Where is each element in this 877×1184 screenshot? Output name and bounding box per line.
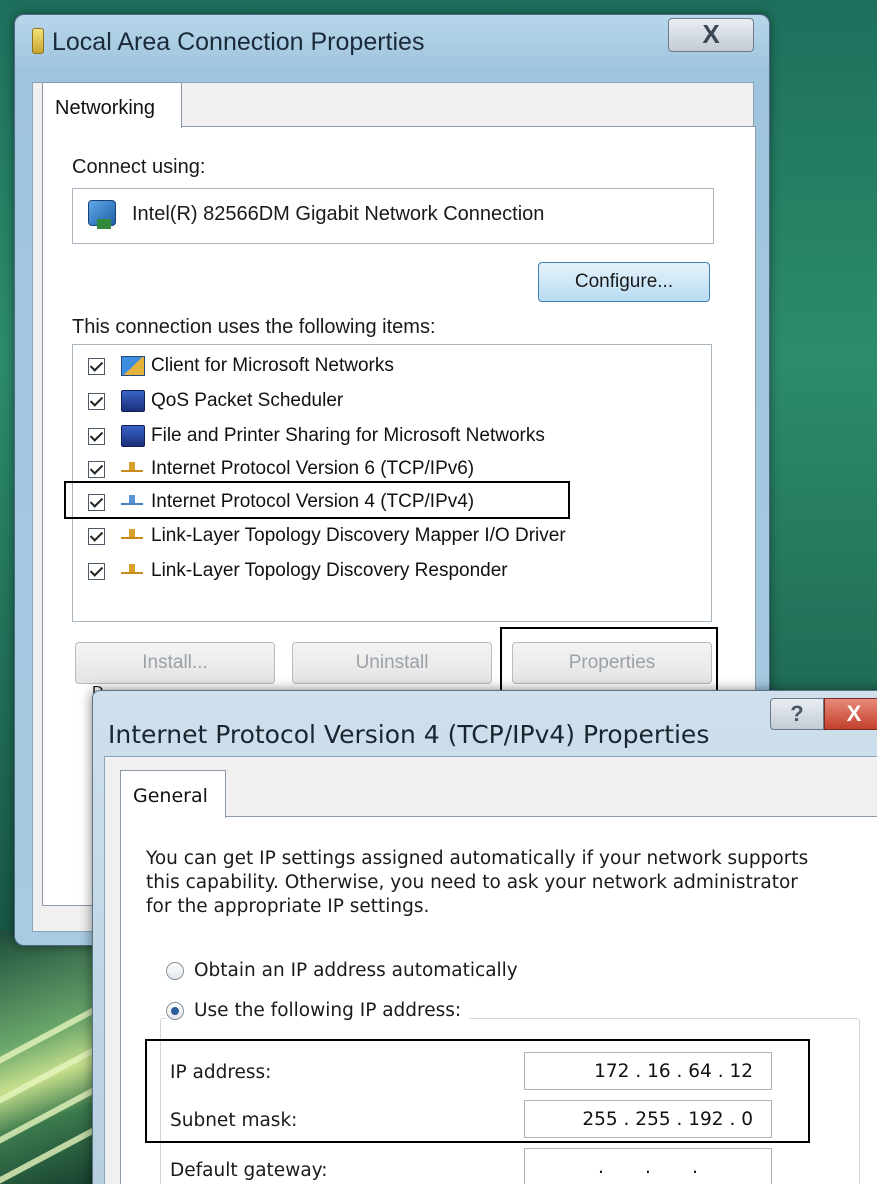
checkbox-checked[interactable] [88,427,105,445]
computer-icon [121,425,145,447]
protocol-icon [121,462,143,476]
checkbox-checked[interactable] [88,392,105,410]
list-item[interactable]: Client for Microsoft Networks [88,350,394,382]
tab-general[interactable]: General [120,770,226,818]
checkbox-checked[interactable] [88,460,105,478]
configure-button[interactable]: Configure... [538,262,710,302]
radio-use-following[interactable]: Use the following IP address: [166,1000,470,1021]
protocol-icon [121,529,143,543]
checkbox-checked[interactable] [88,527,105,545]
radio-button[interactable] [166,961,184,980]
connect-using-label: Connect using: [72,156,206,178]
items-label: This connection uses the following items… [72,316,436,338]
help-button[interactable]: ? [770,698,824,730]
list-item-label: Internet Protocol Version 6 (TCP/IPv6) [151,458,475,479]
window-title: Local Area Connection Properties [52,28,425,56]
window-title: Internet Protocol Version 4 (TCP/IPv4) P… [108,720,710,749]
network-client-icon [121,356,145,376]
protocol-icon [121,564,143,578]
radio-label: Use the following IP address: [194,1000,462,1021]
close-button[interactable]: X [824,698,877,730]
radio-label: Obtain an IP address automatically [194,960,518,981]
description-line: You can get IP settings assigned automat… [146,848,809,869]
radio-obtain-automatically[interactable]: Obtain an IP address automatically [166,960,518,981]
default-gateway-field[interactable]: . . . [524,1148,772,1184]
install-button[interactable]: Install... [75,642,275,684]
default-gateway-label: Default gateway: [170,1160,328,1181]
list-item-label: Link-Layer Topology Discovery Responder [151,560,508,581]
list-item-label: Client for Microsoft Networks [151,355,394,376]
computer-icon [121,390,145,412]
description-line: for the appropriate IP settings. [146,896,430,917]
checkbox-checked[interactable] [88,357,105,375]
checkbox-checked[interactable] [88,562,105,580]
network-adapter-icon [88,200,116,229]
list-item-label: File and Printer Sharing for Microsoft N… [151,425,545,446]
list-item[interactable]: Link-Layer Topology Discovery Mapper I/O… [88,520,566,552]
list-item[interactable]: File and Printer Sharing for Microsoft N… [88,420,545,452]
uninstall-button[interactable]: Uninstall [292,642,492,684]
adapter-name: Intel(R) 82566DM Gigabit Network Connect… [132,203,545,225]
tab-networking[interactable]: Networking [42,82,182,128]
highlight-ip-fields [145,1039,810,1143]
network-connection-icon [32,28,44,54]
list-item-label: Link-Layer Topology Discovery Mapper I/O… [151,525,566,546]
description-line: this capability. Otherwise, you need to … [146,872,798,893]
radio-button-selected[interactable] [166,1001,184,1020]
highlight-ipv4-item [64,481,570,519]
highlight-properties-button [500,627,718,693]
list-item-label: QoS Packet Scheduler [151,390,344,411]
close-button[interactable]: X [668,18,754,52]
list-item[interactable]: QoS Packet Scheduler [88,385,343,417]
list-item[interactable]: Link-Layer Topology Discovery Responder [88,555,508,587]
